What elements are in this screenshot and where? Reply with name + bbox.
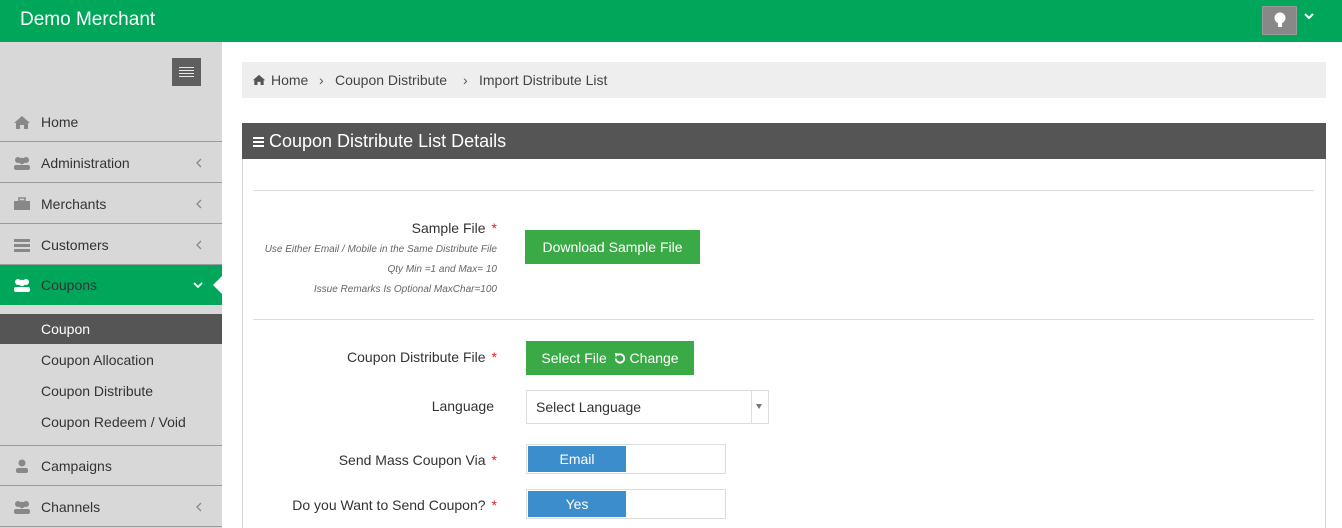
- sidebar-item-label: Customers: [41, 237, 109, 253]
- panel-header: Coupon Distribute List Details: [242, 123, 1326, 159]
- lightbulb-icon: [1274, 12, 1286, 27]
- language-label: Language: [431, 398, 494, 414]
- briefcase-icon: [14, 197, 30, 210]
- sidebar-item-administration[interactable]: Administration: [0, 143, 222, 183]
- hint-text: Use Either Email / Mobile in the Same Di…: [264, 244, 497, 255]
- download-sample-file-button[interactable]: Download Sample File: [525, 230, 700, 264]
- users-icon: [14, 279, 30, 292]
- sidebar-item-label: Merchants: [41, 196, 107, 212]
- sidebar-item-coupons[interactable]: Coupons: [0, 265, 222, 305]
- sidebar-item-customers[interactable]: Customers: [0, 225, 222, 265]
- distribute-file-label: Coupon Distribute File *: [347, 349, 497, 365]
- language-select[interactable]: Select Language: [526, 390, 769, 424]
- send-coupon-toggle[interactable]: Yes: [526, 489, 726, 519]
- change-file-label: Change: [629, 350, 679, 366]
- sidebar-item-home[interactable]: Home: [0, 102, 222, 142]
- sidebar-subitem-coupon-redeem-void[interactable]: Coupon Redeem / Void: [0, 407, 222, 437]
- send-via-label-wrap: Send Mass Coupon Via *: [253, 452, 497, 472]
- chevron-right-icon: ›: [319, 72, 324, 88]
- hint-text: Issue Remarks Is Optional MaxChar=100: [313, 284, 497, 295]
- chevron-left-icon: [196, 158, 202, 168]
- hint-text: Qty Min =1 and Max= 10: [387, 264, 497, 275]
- sidebar-subitem-coupon-allocation[interactable]: Coupon Allocation: [0, 345, 222, 375]
- sidebar-item-label: Channels: [41, 499, 101, 515]
- list-icon: [14, 239, 30, 252]
- panel-title: Coupon Distribute List Details: [269, 131, 507, 151]
- send-via-toggle[interactable]: Email: [526, 444, 726, 474]
- user-avatar[interactable]: [1262, 6, 1297, 35]
- select-divider: [751, 391, 752, 423]
- sidebar-subitem-label: Coupon Redeem / Void: [41, 414, 186, 430]
- chevron-left-icon: [196, 240, 202, 250]
- sidebar-subitem-coupon-distribute[interactable]: Coupon Distribute: [0, 376, 222, 406]
- breadcrumb-home-link[interactable]: Home: [271, 72, 308, 88]
- sidebar-item-label: Administration: [41, 155, 130, 171]
- user-icon: [16, 459, 28, 473]
- users-icon: [14, 501, 30, 514]
- sidebar-item-channels[interactable]: Channels: [0, 487, 222, 527]
- divider: [253, 319, 1314, 320]
- undo-icon: [614, 352, 625, 364]
- sidebar-item-merchants[interactable]: Merchants: [0, 184, 222, 224]
- users-icon: [14, 157, 30, 170]
- send-via-toggle-on: Email: [528, 446, 626, 472]
- send-coupon-label: Do you Want to Send Coupon? *: [292, 497, 497, 513]
- sidebar-item-label: Campaigns: [41, 458, 112, 474]
- chevron-right-icon: ›: [463, 72, 468, 88]
- sample-file-hints: Use Either Email / Mobile in the Same Di…: [253, 244, 497, 304]
- breadcrumb-coupon-distribute-link[interactable]: Coupon Distribute: [335, 72, 447, 88]
- bars-icon: [253, 137, 264, 149]
- sample-file-label: Sample File *: [411, 220, 497, 236]
- top-navbar: Demo Merchant: [0, 0, 1342, 42]
- chevron-left-icon: [196, 199, 202, 209]
- breadcrumb-current: Import Distribute List: [479, 72, 608, 88]
- sidebar-subitem-label: Coupon Allocation: [41, 352, 154, 368]
- app-title[interactable]: Demo Merchant: [20, 9, 155, 31]
- sidebar-item-label: Home: [41, 114, 79, 130]
- language-select-value: Select Language: [536, 399, 642, 415]
- select-file-label: Select File: [541, 350, 607, 366]
- caret-down-icon: [756, 404, 762, 409]
- divider: [253, 190, 1314, 191]
- breadcrumb: Home › Coupon Distribute › Import Distri…: [242, 62, 1326, 98]
- sidebar: Home Administration Merchants Customers …: [0, 42, 222, 528]
- select-file-button[interactable]: Select File Change: [526, 341, 694, 375]
- chevron-down-icon[interactable]: [1303, 12, 1315, 22]
- sidebar-subitem-coupon[interactable]: Coupon: [0, 314, 222, 344]
- send-via-label: Send Mass Coupon Via *: [338, 452, 497, 468]
- sample-file-label-wrap: Sample File *: [253, 220, 497, 240]
- active-indicator: [213, 276, 222, 294]
- home-icon: [252, 74, 266, 85]
- language-label-wrap: Language: [253, 398, 494, 418]
- home-icon: [14, 116, 30, 129]
- sidebar-toggle-button[interactable]: [172, 58, 201, 86]
- send-coupon-toggle-on: Yes: [528, 491, 626, 517]
- send-coupon-label-wrap: Do you Want to Send Coupon? *: [253, 497, 497, 517]
- chevron-down-icon: [193, 282, 203, 289]
- distribute-file-label-wrap: Coupon Distribute File *: [253, 349, 497, 369]
- sidebar-subitem-label: Coupon Distribute: [41, 383, 154, 399]
- sidebar-item-label: Coupons: [41, 277, 98, 293]
- sidebar-item-campaigns[interactable]: Campaigns: [0, 446, 222, 486]
- sidebar-subitem-label: Coupon: [41, 321, 91, 337]
- chevron-left-icon: [196, 502, 202, 512]
